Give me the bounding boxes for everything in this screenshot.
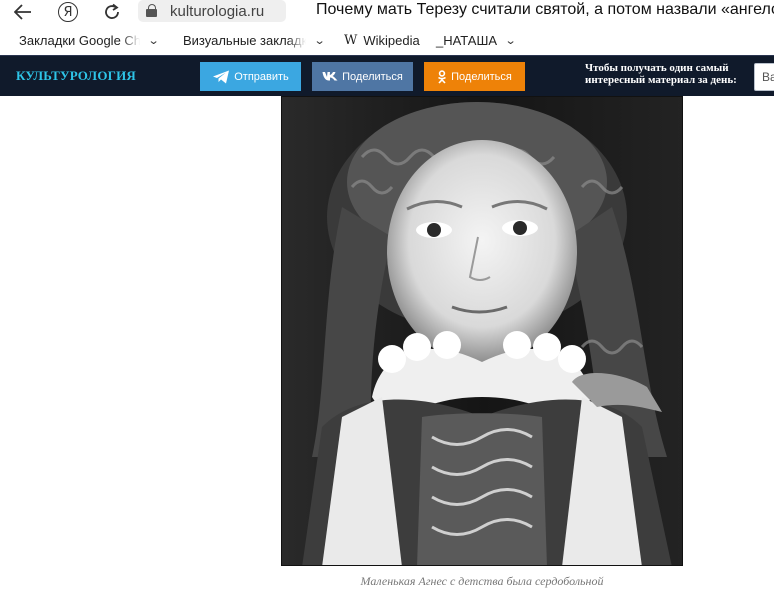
yandex-button[interactable]: Я xyxy=(54,0,82,24)
bookmark-label: Wikipedia xyxy=(363,33,420,48)
browser-address-row: Я kulturologia.ru Почему мать Терезу счи… xyxy=(0,0,774,26)
share-ok-button[interactable]: Поделиться xyxy=(424,62,525,91)
chevron-down-icon: ⌄ xyxy=(147,35,160,47)
reload-icon[interactable] xyxy=(98,0,126,24)
subscribe-prompt: Чтобы получать один самый интересный мат… xyxy=(585,62,737,86)
chevron-down-icon: ⌄ xyxy=(504,35,517,47)
article-photo xyxy=(281,96,683,566)
share-vk-button[interactable]: Поделиться xyxy=(312,62,413,91)
yandex-icon: Я xyxy=(58,2,78,22)
bookmark-wikipedia[interactable]: W Wikipedia xyxy=(344,33,420,48)
bookmark-label: Визуальные закладки xyxy=(183,33,306,48)
share-vk-label: Поделиться xyxy=(342,70,403,83)
subscribe-email-input[interactable]: Ва xyxy=(754,63,774,91)
wikipedia-icon: W xyxy=(344,33,358,48)
address-bar[interactable]: kulturologia.ru xyxy=(138,0,286,22)
bookmarks-bar: Закладки Google Chr ⌄ Визуальные закладк… xyxy=(0,29,774,53)
lock-icon xyxy=(145,4,159,18)
site-logo[interactable]: КУЛЬТУРОЛОГИЯ xyxy=(16,68,136,84)
girl-portrait-photo-icon xyxy=(282,97,682,565)
bookmark-visual-bookmarks-folder[interactable]: Визуальные закладки ⌄ xyxy=(183,33,326,48)
bookmark-label: _НАТАША xyxy=(436,33,498,48)
chevron-down-icon: ⌄ xyxy=(313,35,326,47)
share-telegram-button[interactable]: Отправить xyxy=(200,62,301,91)
share-telegram-label: Отправить xyxy=(234,70,289,83)
share-ok-label: Поделиться xyxy=(451,70,512,83)
back-arrow-icon[interactable] xyxy=(9,0,37,24)
page-title: Почему мать Терезу считали святой, а пот… xyxy=(316,1,774,18)
bookmark-google-chrome-folder[interactable]: Закладки Google Chr ⌄ xyxy=(19,33,160,48)
bookmark-label: Закладки Google Chr xyxy=(19,33,140,48)
bookmark-natasha-folder[interactable]: _НАТАША ⌄ xyxy=(436,33,517,48)
odnoklassniki-icon xyxy=(437,69,447,84)
site-header: КУЛЬТУРОЛОГИЯ Отправить Поделиться Подел… xyxy=(0,55,774,96)
photo-caption: Маленькая Агнес с детства была сердоболь… xyxy=(360,574,604,588)
vk-icon xyxy=(322,70,338,84)
url-text: kulturologia.ru xyxy=(170,2,265,20)
telegram-icon xyxy=(212,70,230,84)
